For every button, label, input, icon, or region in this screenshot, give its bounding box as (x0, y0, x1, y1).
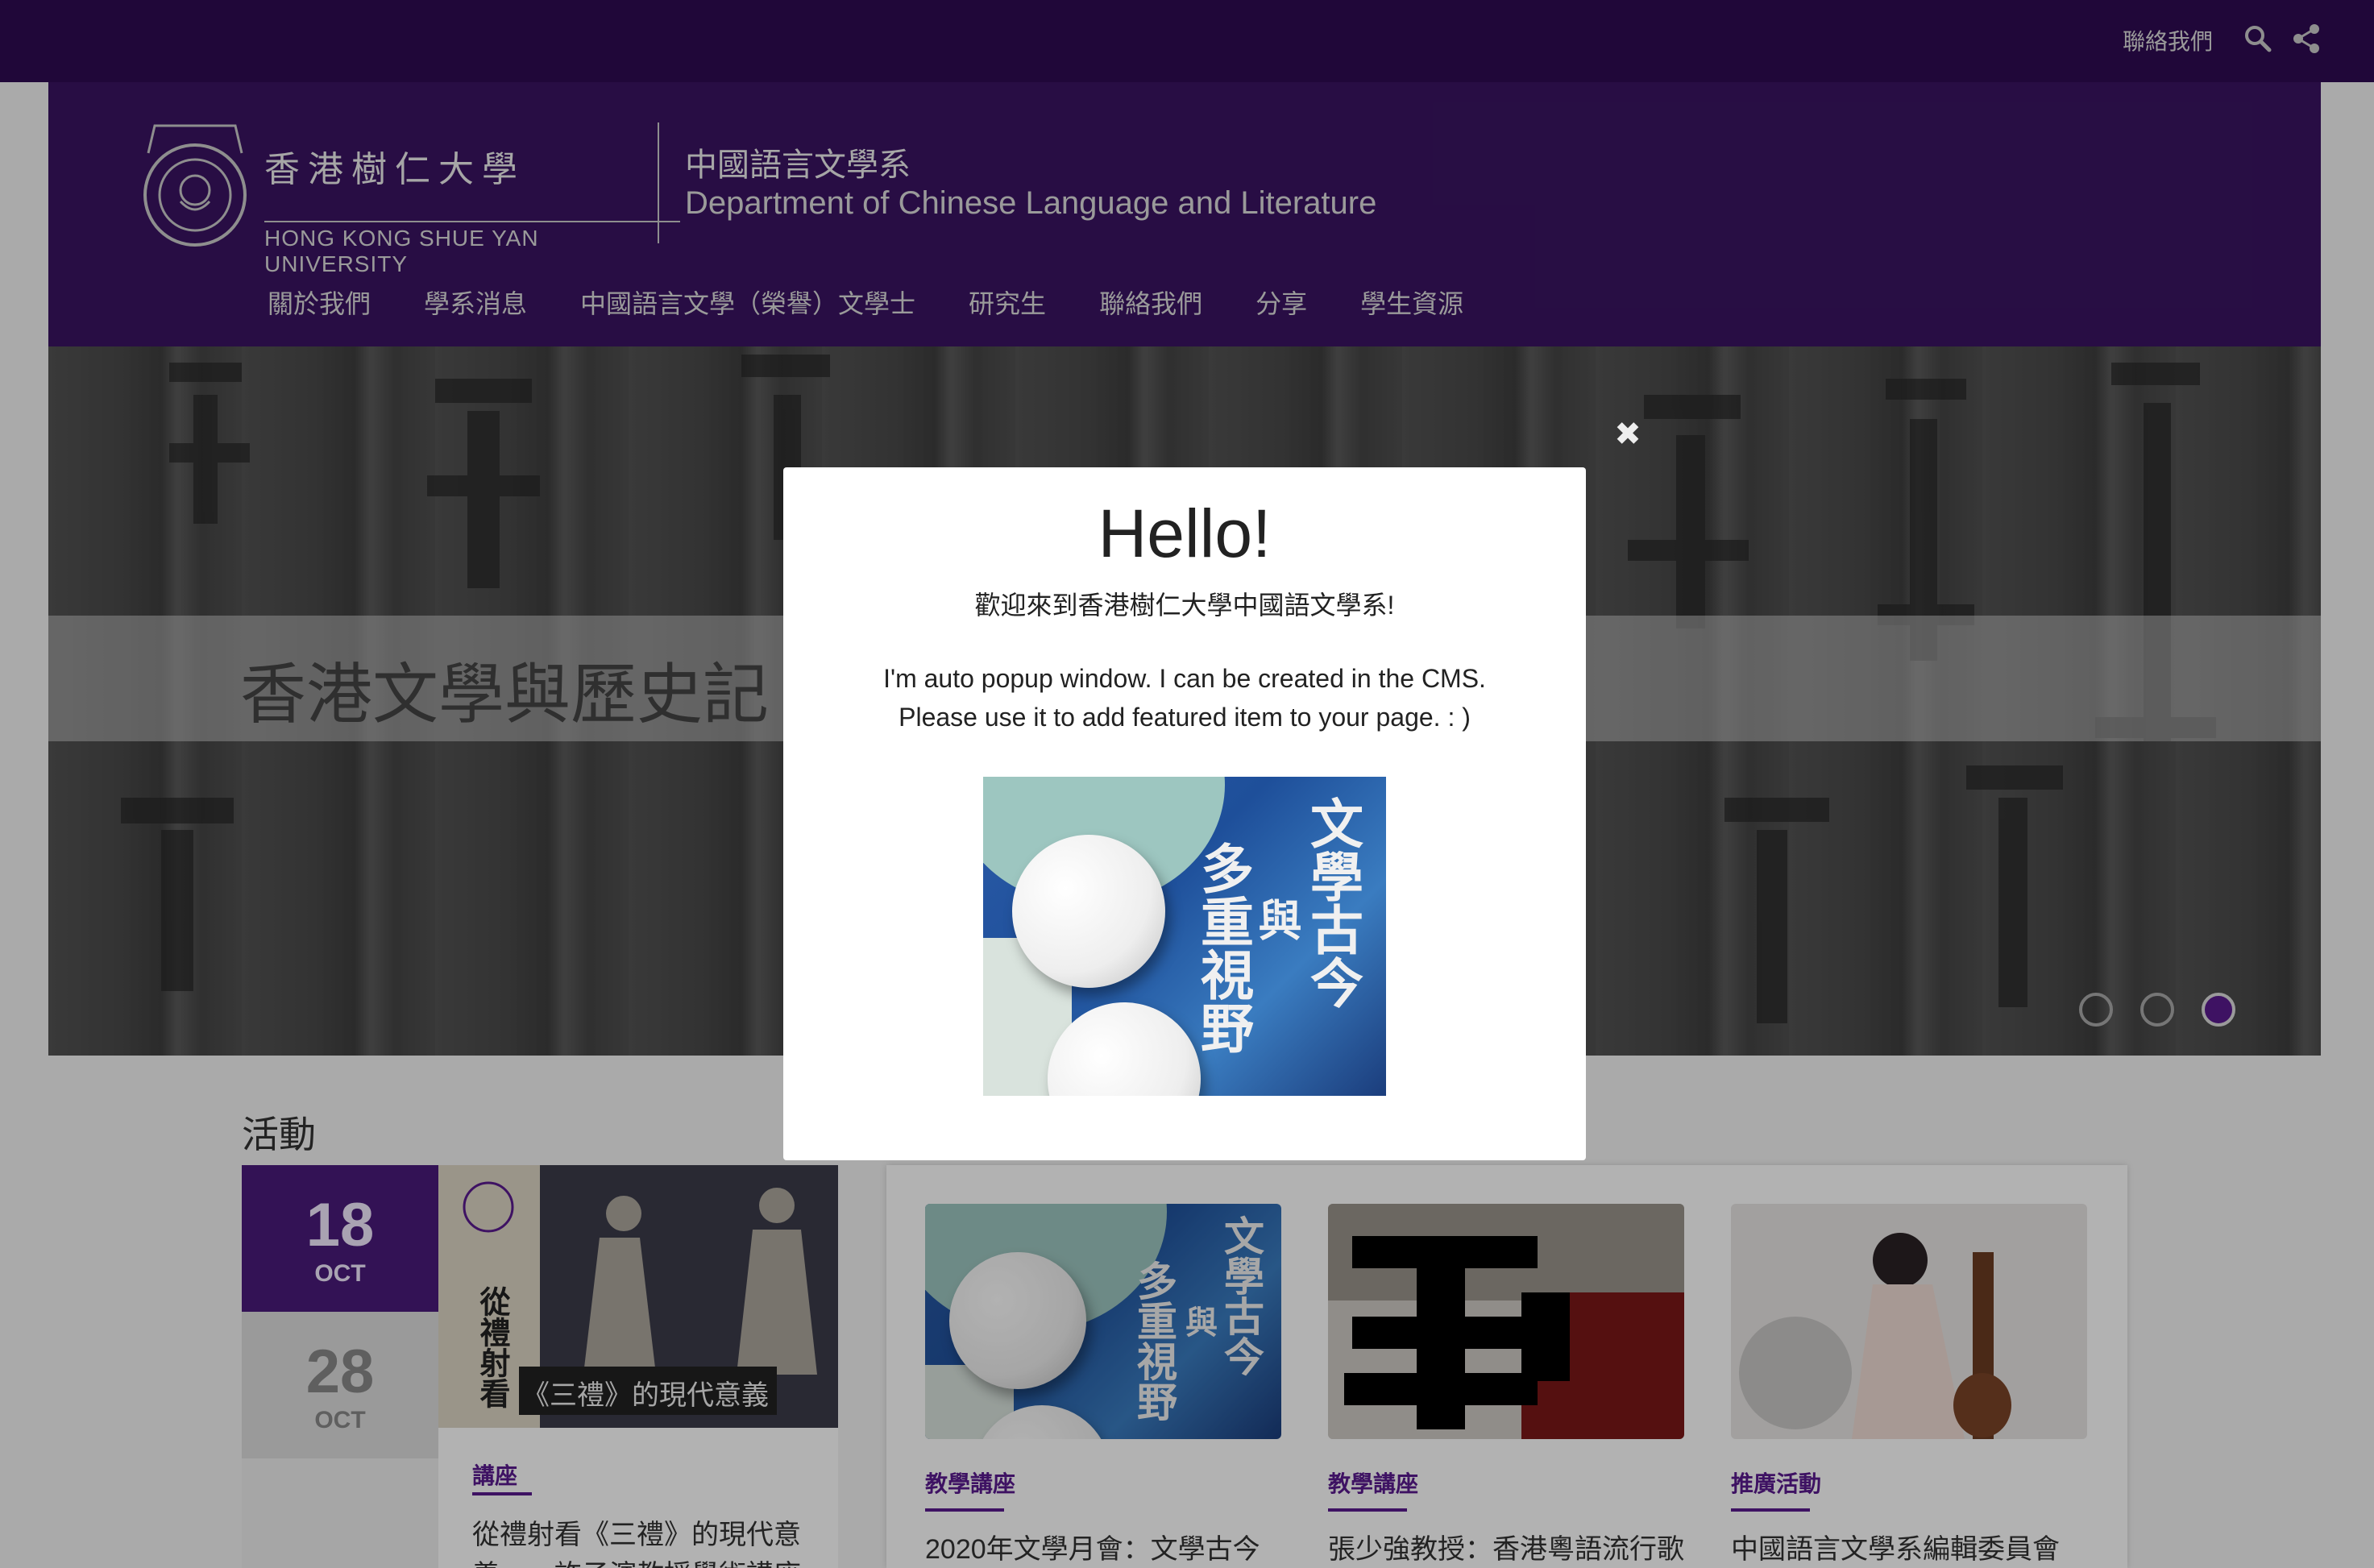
modal-welcome-text: 歡迎來到香港樹仁大學中國語文學系! (974, 591, 1395, 620)
modal-body-line-2: Please use it to add featured item to yo… (899, 703, 1471, 732)
modal-body-line-1: I'm auto popup window. I can be created … (883, 664, 1486, 693)
modal-heading: Hello! (1098, 496, 1272, 571)
modal-featured-poster[interactable]: 文學古今 與 多重視野 (983, 777, 1386, 1096)
poster-sub-title: 多重視野 (1192, 841, 1255, 1054)
popup-modal: Hello! 歡迎來到香港樹仁大學中國語文學系! I'm auto popup … (783, 467, 1586, 1160)
close-icon[interactable]: ✖ (1612, 416, 1644, 452)
